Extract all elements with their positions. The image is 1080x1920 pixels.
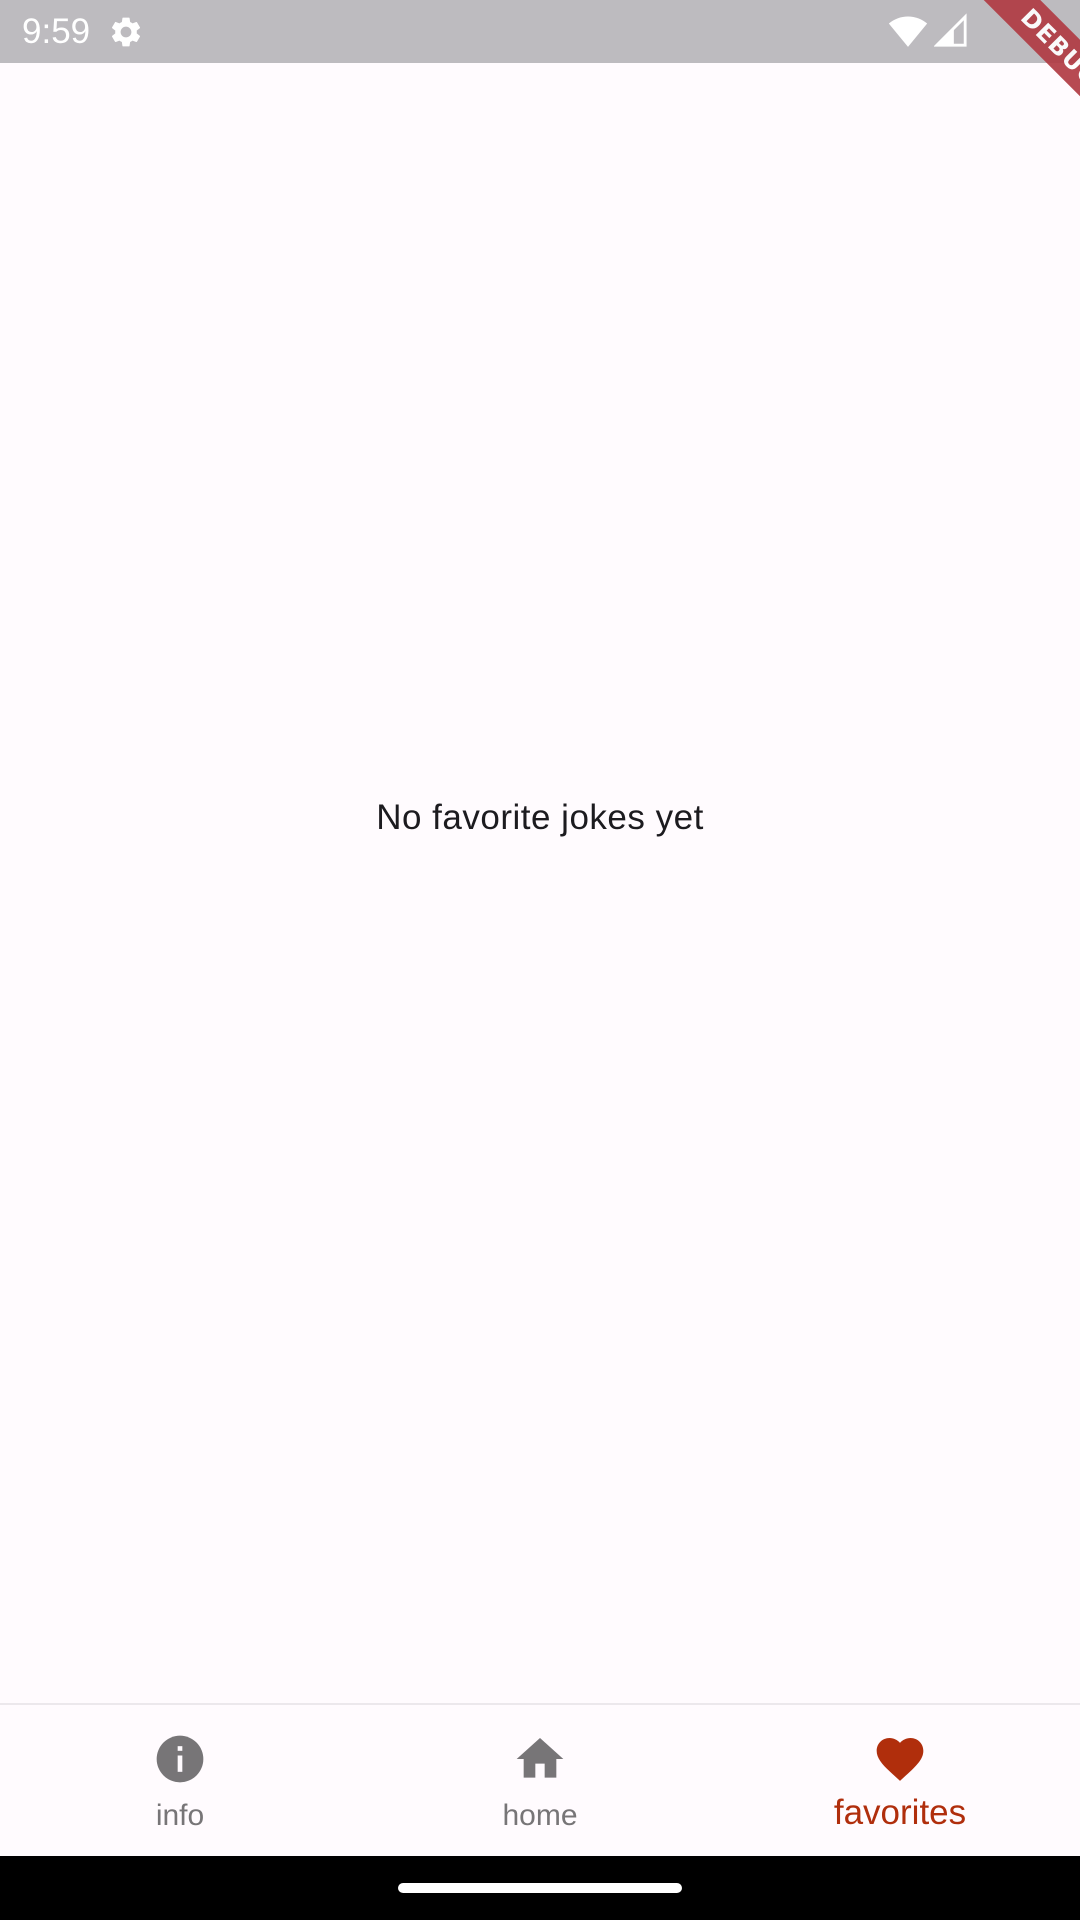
gear-icon [111,17,141,47]
info-icon [156,1735,204,1783]
status-bar: 9:59 [0,0,1080,63]
heart-icon [876,1738,924,1781]
wifi-icon [888,16,928,47]
nav-item-label: home [502,1799,578,1832]
home-icon [516,1738,564,1778]
home-gesture-handle[interactable] [398,1883,682,1893]
nav-item-favorites[interactable]: favorites [720,1705,1080,1858]
empty-state-message: No favorite jokes yet [376,798,704,837]
nav-item-info[interactable]: info [0,1705,360,1858]
bottom-navigation-bar: info home favorites [0,1703,1080,1858]
nav-item-label: info [155,1799,205,1832]
nav-item-home[interactable]: home [360,1705,720,1858]
status-time: 9:59 [22,12,91,51]
nav-item-label: favorites [833,1793,967,1832]
favorites-page: No favorite jokes yet [0,63,1080,1703]
system-navigation-bar [0,1856,1080,1920]
signal-icon [934,13,967,47]
